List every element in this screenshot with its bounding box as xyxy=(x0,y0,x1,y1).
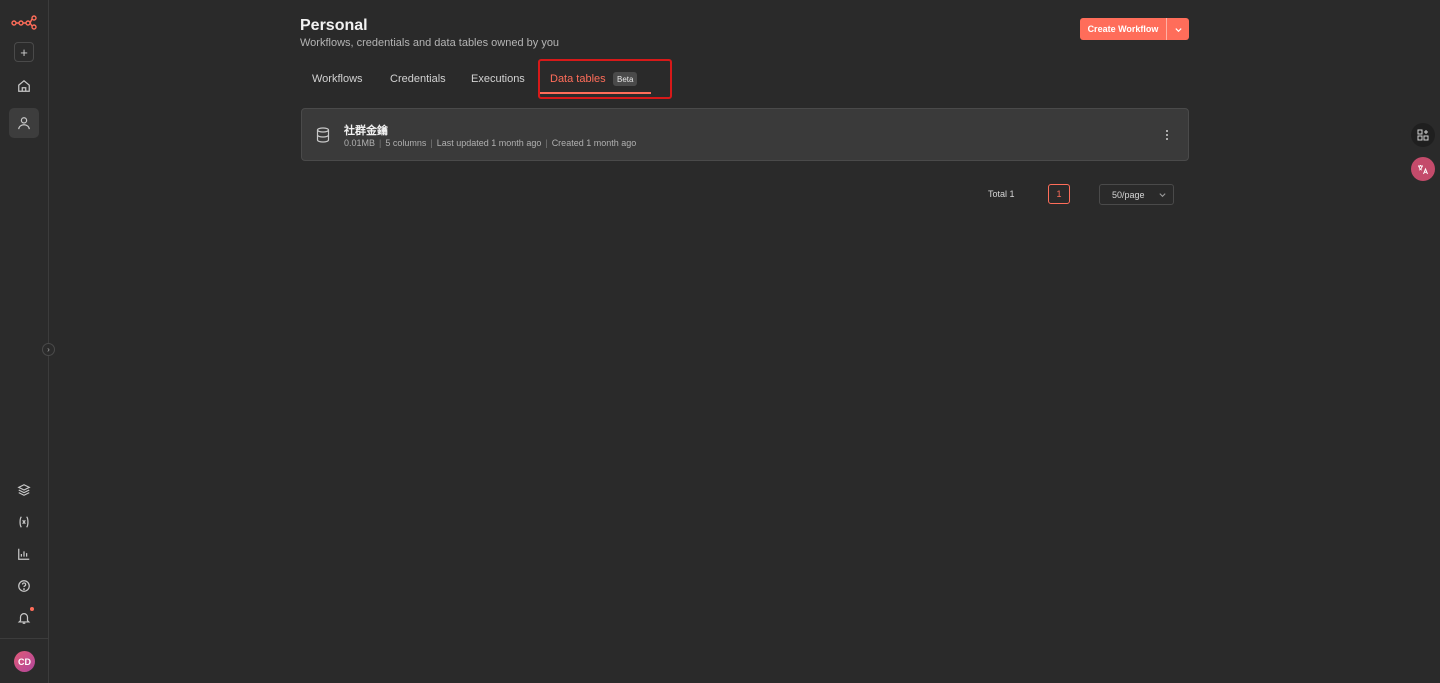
home-icon xyxy=(18,79,30,92)
meta-separator: | xyxy=(545,138,548,148)
sidebar-collapse-button[interactable]: › xyxy=(42,343,55,356)
database-icon xyxy=(316,127,330,143)
avatar[interactable]: CD xyxy=(14,651,35,672)
tab-executions[interactable]: Executions xyxy=(471,73,525,85)
tab-credentials[interactable]: Credentials xyxy=(390,73,446,85)
bell-icon xyxy=(17,613,31,624)
page-size-select[interactable]: 50/page xyxy=(1099,184,1174,205)
templates-icon xyxy=(17,484,31,496)
apps-icon xyxy=(1417,129,1429,141)
insights-icon xyxy=(18,548,30,560)
data-table-size: 0.01MB xyxy=(344,138,376,148)
more-options-icon[interactable] xyxy=(1160,127,1174,143)
user-icon xyxy=(18,117,30,130)
data-table-created: Created 1 month ago xyxy=(551,138,637,148)
sidebar-item-insights[interactable] xyxy=(9,539,39,569)
n8n-logo-icon[interactable] xyxy=(11,14,37,30)
create-dropdown-button[interactable] xyxy=(1167,18,1189,40)
meta-separator: | xyxy=(430,138,433,148)
tab-workflows[interactable]: Workflows xyxy=(312,73,363,85)
page-subtitle: Workflows, credentials and data tables o… xyxy=(300,37,560,49)
data-table-updated: Last updated 1 month ago xyxy=(436,138,542,148)
page-title: Personal xyxy=(300,17,368,34)
float-translate-button[interactable] xyxy=(1411,157,1435,181)
sidebar-item-notifications[interactable] xyxy=(9,603,39,633)
sidebar-item-home[interactable] xyxy=(9,71,39,101)
help-icon xyxy=(18,580,30,592)
notification-dot xyxy=(30,607,34,611)
sidebar: + › CD xyxy=(0,0,55,683)
highlight-annotation xyxy=(538,59,672,99)
create-workflow-split-button: Create Workflow xyxy=(1080,18,1189,40)
add-button[interactable]: + xyxy=(14,42,34,62)
data-table-meta: 0.01MB | 5 columns | Last updated 1 mont… xyxy=(344,138,636,148)
create-workflow-button[interactable]: Create Workflow xyxy=(1080,18,1166,40)
variables-icon xyxy=(19,516,29,528)
sidebar-item-help[interactable] xyxy=(9,571,39,601)
sidebar-item-variables[interactable] xyxy=(9,507,39,537)
sidebar-item-templates[interactable] xyxy=(9,475,39,505)
sidebar-divider xyxy=(0,638,48,639)
meta-separator: | xyxy=(379,138,382,148)
pagination-total: Total 1 xyxy=(988,189,1015,199)
float-widget-button[interactable] xyxy=(1411,123,1435,147)
page-size-value: 50/page xyxy=(1112,189,1145,200)
data-table-name: 社群金鑰 xyxy=(344,125,388,137)
data-table-columns: 5 columns xyxy=(385,138,427,148)
chevron-down-icon xyxy=(1174,27,1182,32)
translate-icon xyxy=(1418,165,1428,175)
sidebar-item-personal[interactable] xyxy=(9,108,39,138)
chevron-down-icon xyxy=(1159,193,1166,198)
pagination-page-button[interactable]: 1 xyxy=(1048,184,1070,204)
data-table-card[interactable]: 社群金鑰 0.01MB | 5 columns | Last updated 1… xyxy=(301,108,1189,161)
